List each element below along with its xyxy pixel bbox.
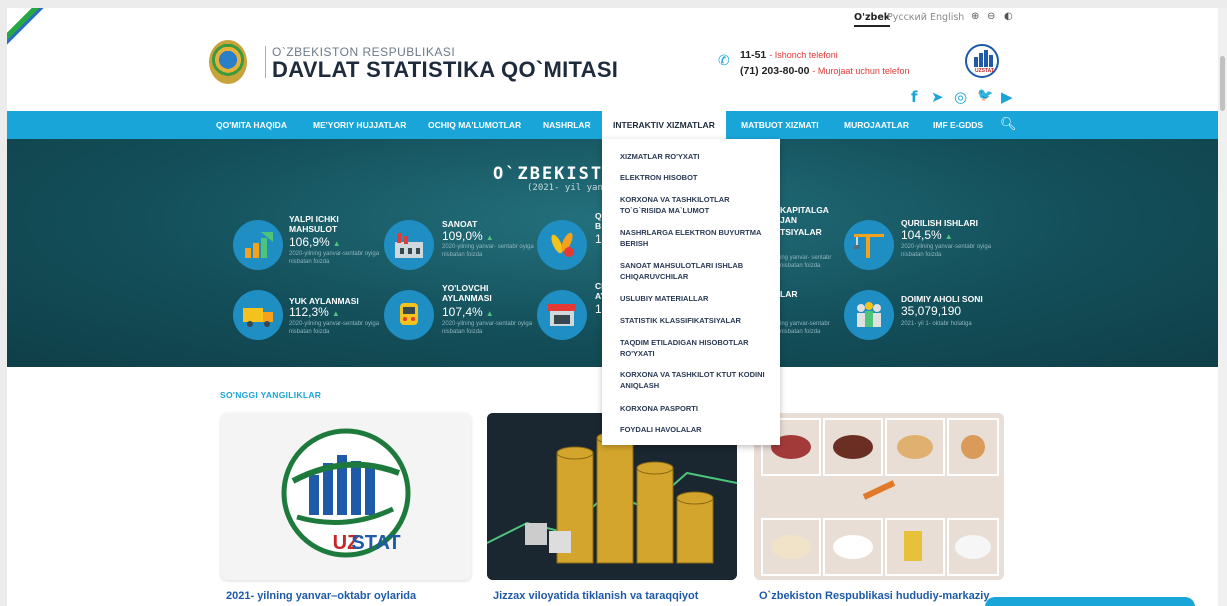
- news-title[interactable]: 2021- yilning yanvar–oktabr oylarida: [226, 590, 416, 602]
- population-label: DOIMIY AHOLI SONI: [901, 294, 983, 304]
- nav-matbuot-xizmati[interactable]: MATBUOT XIZMATI: [741, 111, 819, 139]
- construction-label: QURILISH ISHLARI: [901, 218, 978, 228]
- zoom-out-icon[interactable]: ⊖: [987, 11, 995, 22]
- lang-english[interactable]: English: [930, 12, 964, 23]
- passenger-note: 2020-yilning yanvar-sentabr oyiga nisbat…: [442, 321, 533, 335]
- facebook-icon[interactable]: f: [911, 88, 918, 106]
- brand-divider: [265, 46, 266, 78]
- page: O'zbek Русский English ⊕ ⊖ ◐ O`ZBEKISTON…: [7, 8, 1218, 606]
- lang-uzbek[interactable]: O'zbek: [854, 12, 891, 27]
- telegram-icon[interactable]: ➤: [931, 88, 944, 106]
- hotline[interactable]: 11-51 - Ishonch telefoni: [740, 49, 838, 61]
- state-emblem-icon[interactable]: [209, 40, 247, 84]
- gdp-note: 2020-yilning yanvar-sentabr oyiga nisbat…: [289, 251, 380, 265]
- industry-note: 2020-yilning yanvar- sentabr oyiga nisba…: [442, 244, 534, 258]
- main-nav: QO'MITA HAQIDA ME'YORIY HUJJATLAR OCHIQ …: [7, 111, 1218, 139]
- news-card-image[interactable]: [754, 413, 1004, 580]
- dropdown-item-korxona-pasporti[interactable]: KORXONA PASPORTI: [620, 403, 770, 414]
- trade-shop-icon: [537, 290, 587, 340]
- dropdown-item-uslubiy-materiallar[interactable]: USLUBIY MATERIALLAR: [620, 293, 770, 304]
- dropdown-item-ktut-kodi[interactable]: KORXONA VA TASHKILOT KTUT KODINI ANIQLAS…: [620, 369, 770, 391]
- news-card-image[interactable]: UZ STAT: [221, 413, 471, 580]
- nav-interaktiv-xizmatlar[interactable]: INTERAKTIV XIZMATLAR: [602, 111, 726, 139]
- trade-value: 1: [595, 302, 602, 316]
- construction-value: 104,5% ▲: [901, 228, 953, 242]
- population-people-icon: [844, 290, 894, 340]
- passenger-train-icon: [384, 290, 434, 340]
- nav-qomita-haqida[interactable]: QO'MITA HAQIDA: [216, 111, 287, 139]
- dropdown-item-korxona-malumot[interactable]: KORXONA VA TASHKILOTLAR TO`G`RISIDA MA`L…: [620, 194, 770, 216]
- youtube-icon[interactable]: ▶: [1001, 88, 1013, 106]
- population-note: 2021- yil 1- oktabr holatiga: [901, 321, 972, 327]
- nav-murojaatlar[interactable]: MUROJAATLAR: [844, 111, 909, 139]
- hotline-label: - Ishonch telefoni: [769, 50, 838, 60]
- dropdown-item-sanoat-mahsulotlari[interactable]: SANOAT MAHSULOTLARI ISHLAB CHIQARUVCHILA…: [620, 260, 770, 282]
- cargo-truck-icon: [233, 290, 283, 340]
- nav-nashrlar[interactable]: NASHRLAR: [543, 111, 591, 139]
- phone-icon: ✆: [718, 52, 730, 68]
- uzstat-logo-image: UZ STAT: [281, 428, 411, 558]
- dropdown-item-nashrlarga-buyurtma[interactable]: NASHRLARGA ELEKTRON BUYURTMA BERISH: [620, 227, 770, 249]
- svg-text:STAT: STAT: [351, 532, 400, 554]
- nav-meyoriy-hujjatlar[interactable]: ME'YORIY HUJJATLAR: [313, 111, 406, 139]
- twitter-icon[interactable]: 🐦: [977, 88, 993, 103]
- hotline-number: 11-51: [740, 49, 767, 61]
- news-heading: SO'NGGI YANGILIKLAR: [220, 390, 322, 400]
- news-title[interactable]: Jizzax viloyatida tiklanish va taraqqiyo…: [493, 590, 698, 602]
- dropdown-item-foydali-havolalar[interactable]: FOYDALI HAVOLALAR: [620, 424, 770, 435]
- zoom-in-icon[interactable]: ⊕: [971, 11, 979, 22]
- construction-note: 2020-yilning yanvar-sentabr oyiga nisbat…: [901, 244, 992, 258]
- agriculture-wheat-icon: [537, 220, 587, 270]
- brand-title[interactable]: DAVLAT STATISTIKA QO`MITASI: [272, 57, 618, 83]
- contact-phone[interactable]: (71) 203-80-00 - Murojaat uchun telefon: [740, 65, 909, 77]
- search-icon[interactable]: 🔍︎: [1000, 117, 1017, 132]
- uzstat-logo-text: UZSTAT: [975, 68, 994, 74]
- cargo-note: 2020-yilning yanvar-sentabr oyiga nisbat…: [289, 321, 380, 335]
- population-value: 35,079,190: [901, 304, 962, 318]
- gdp-value: 106,9% ▲: [289, 235, 341, 249]
- dropdown-item-xizmatlar-royxati[interactable]: XIZMATLAR RO'YXATI: [620, 151, 770, 162]
- scrollbar[interactable]: [1218, 8, 1227, 606]
- phone-number: (71) 203-80-00: [740, 65, 810, 77]
- contrast-icon[interactable]: ◐: [1004, 11, 1013, 22]
- nav-imf-e-gdds[interactable]: IMF E-GDDS: [933, 111, 983, 139]
- uzstat-logo-icon[interactable]: UZSTAT: [965, 44, 999, 78]
- dropdown-item-taqdim-hisobotlar[interactable]: TAQDIM ETILADIGAN HISOBOTLAR RO'YXATI: [620, 337, 770, 359]
- chat-widget-bar[interactable]: [985, 597, 1195, 606]
- hero-subtitle: (2021- yil yanv: [527, 183, 609, 193]
- scrollbar-thumb[interactable]: [1220, 56, 1225, 111]
- passenger-label: YO'LOVCHI AYLANMASI: [442, 283, 492, 303]
- instagram-icon[interactable]: ◎: [954, 88, 967, 106]
- capital-label: KAPITALGA: [780, 205, 829, 215]
- dropdown-item-elektron-hisobot[interactable]: ELEKTRON HISOBOT: [620, 172, 770, 183]
- news-title[interactable]: O`zbekiston Respublikasi hududiy-markazi…: [759, 590, 989, 602]
- interaktiv-xizmatlar-dropdown: XIZMATLAR RO'YXATI ELEKTRON HISOBOT KORX…: [602, 139, 780, 445]
- dropdown-item-statistik-klassifikatsiyalar[interactable]: STATISTIK KLASSIFIKATSIYALAR: [620, 315, 770, 326]
- passenger-value: 107,4% ▲: [442, 305, 494, 319]
- gdp-label: YALPI ICHKI MAHSULOT: [289, 214, 339, 234]
- lang-russian[interactable]: Русский: [887, 12, 927, 23]
- nav-ochiq-malumotlar[interactable]: OCHIQ MA'LUMOTLAR: [428, 111, 521, 139]
- cargo-value: 112,3% ▲: [289, 305, 340, 319]
- food-grid-image: [754, 413, 1004, 580]
- gdp-chart-icon: [233, 220, 283, 270]
- phone-label: - Murojaat uchun telefon: [812, 66, 910, 76]
- flag-stripe-green: [7, 8, 47, 45]
- industry-label: SANOAT: [442, 219, 478, 229]
- agri-value: 1: [595, 232, 602, 246]
- construction-crane-icon: [844, 220, 894, 270]
- industry-factory-icon: [384, 220, 434, 270]
- industry-value: 109,0% ▲: [442, 229, 494, 243]
